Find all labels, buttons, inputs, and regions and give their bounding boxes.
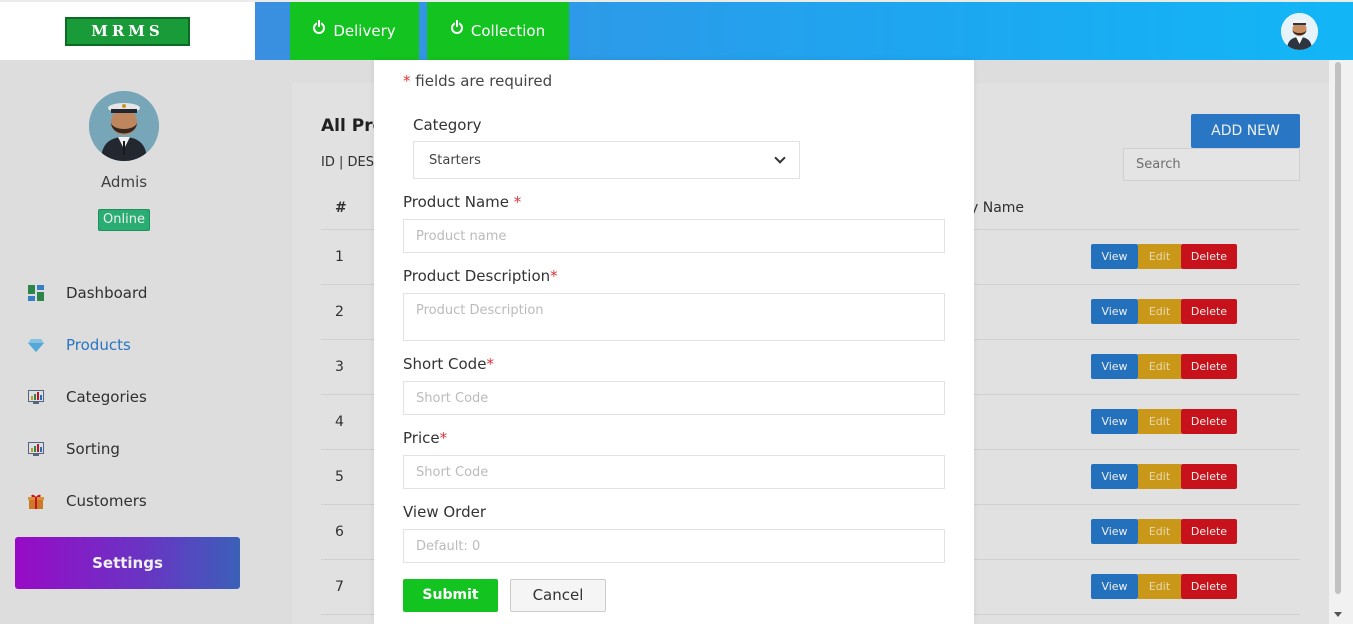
price-placeholder: Short Code [416, 464, 489, 480]
sidebar-item-label: Products [66, 336, 131, 354]
price-label: Price* [403, 429, 447, 447]
header-bar [255, 2, 1353, 60]
view-button[interactable]: View [1091, 299, 1138, 324]
view-order-input[interactable]: Default: 0 [403, 529, 945, 563]
sidebar-item-label: Customers [66, 492, 147, 510]
row-number: 4 [335, 414, 344, 430]
scrollbar-thumb[interactable] [1335, 62, 1341, 594]
sidebar: Admis Online Dashboard Products Categori… [0, 60, 255, 624]
edit-button[interactable]: Edit [1138, 464, 1181, 489]
view-button[interactable]: View [1091, 354, 1138, 379]
submit-button[interactable]: Submit [403, 579, 498, 612]
edit-button[interactable]: Edit [1138, 409, 1181, 434]
required-mark: * [513, 193, 522, 211]
delete-button[interactable]: Delete [1181, 299, 1237, 324]
scrollbar[interactable] [1329, 60, 1353, 624]
category-select[interactable]: Starters [413, 141, 800, 179]
row-number: 2 [335, 304, 344, 320]
sidebar-item-label: Dashboard [66, 284, 148, 302]
add-product-modal: * fields are required Category Starters … [374, 60, 974, 624]
product-description-placeholder: Product Description [416, 303, 544, 318]
required-mark: * [403, 72, 411, 90]
sidebar-item-products[interactable]: Products [28, 333, 131, 357]
short-code-label: Short Code* [403, 355, 494, 373]
product-description-label-text: Product Description [403, 267, 551, 285]
edit-button[interactable]: Edit [1138, 574, 1181, 599]
user-avatar[interactable] [1281, 13, 1318, 50]
chart-icon [28, 389, 44, 405]
row-number: 6 [335, 524, 344, 540]
sidebar-item-label: Sorting [66, 440, 120, 458]
view-order-label: View Order [403, 503, 486, 521]
row-number: 5 [335, 469, 344, 485]
delivery-button[interactable]: Delivery [290, 2, 419, 60]
row-number: 1 [335, 249, 344, 265]
delivery-label: Delivery [333, 22, 396, 40]
product-name-label: Product Name * [403, 193, 521, 211]
logo-area: MRMS [0, 2, 255, 60]
row-number: 3 [335, 359, 344, 375]
collection-label: Collection [470, 22, 546, 40]
required-mark: * [550, 267, 558, 285]
chart-icon [28, 441, 44, 457]
gift-icon [28, 493, 44, 509]
view-button[interactable]: View [1091, 244, 1138, 269]
chevron-down-icon [774, 152, 786, 164]
edit-button[interactable]: Edit [1138, 244, 1181, 269]
profile-avatar [89, 91, 159, 161]
delete-button[interactable]: Delete [1181, 464, 1237, 489]
product-name-placeholder: Product name [416, 228, 507, 244]
column-header-category-name: y Name [970, 200, 1025, 216]
delete-button[interactable]: Delete [1181, 519, 1237, 544]
required-mark: * [486, 355, 494, 373]
product-description-label: Product Description* [403, 267, 558, 285]
view-button[interactable]: View [1091, 464, 1138, 489]
price-label-text: Price [403, 429, 440, 447]
required-mark: * [439, 429, 448, 447]
view-button[interactable]: View [1091, 519, 1138, 544]
logo[interactable]: MRMS [65, 17, 190, 46]
category-label: Category [413, 116, 482, 134]
cancel-button[interactable]: Cancel [510, 579, 606, 612]
settings-button[interactable]: Settings [15, 537, 240, 589]
sidebar-item-label: Categories [66, 388, 147, 406]
diamond-icon [28, 337, 44, 353]
top-bar: MRMS Delivery Collection [0, 2, 1353, 60]
add-new-button[interactable]: ADD NEW [1191, 114, 1300, 148]
product-name-label-text: Product Name [403, 193, 509, 211]
scroll-down-arrow-icon[interactable] [1334, 612, 1342, 617]
price-input[interactable]: Short Code [403, 455, 945, 489]
short-code-input[interactable]: Short Code [403, 381, 945, 415]
product-description-textarea[interactable]: Product Description [403, 293, 945, 341]
dashboard-icon [28, 285, 44, 301]
sidebar-item-sorting[interactable]: Sorting [28, 437, 120, 461]
view-order-placeholder: Default: 0 [416, 538, 481, 554]
sidebar-item-customers[interactable]: Customers [28, 489, 147, 513]
edit-button[interactable]: Edit [1138, 299, 1181, 324]
delete-button[interactable]: Delete [1181, 354, 1237, 379]
delete-button[interactable]: Delete [1181, 409, 1237, 434]
short-code-placeholder: Short Code [416, 390, 489, 406]
status-badge: Online [98, 209, 150, 231]
view-button[interactable]: View [1091, 574, 1138, 599]
delete-button[interactable]: Delete [1181, 244, 1237, 269]
column-header-number: # [335, 200, 347, 216]
row-number: 7 [335, 579, 344, 595]
view-button[interactable]: View [1091, 409, 1138, 434]
delete-button[interactable]: Delete [1181, 574, 1237, 599]
profile-name: Admis [100, 173, 148, 191]
edit-button[interactable]: Edit [1138, 519, 1181, 544]
search-input[interactable] [1123, 148, 1300, 181]
short-code-label-text: Short Code [403, 355, 487, 373]
category-selected-value: Starters [429, 152, 481, 168]
power-icon [313, 20, 326, 34]
sidebar-item-dashboard[interactable]: Dashboard [28, 281, 147, 305]
power-icon [450, 20, 463, 34]
required-note: * fields are required [403, 72, 552, 90]
collection-button[interactable]: Collection [427, 2, 569, 60]
edit-button[interactable]: Edit [1138, 354, 1181, 379]
product-name-input[interactable]: Product name [403, 219, 945, 253]
sidebar-item-categories[interactable]: Categories [28, 385, 147, 409]
required-note-text: fields are required [415, 72, 553, 90]
